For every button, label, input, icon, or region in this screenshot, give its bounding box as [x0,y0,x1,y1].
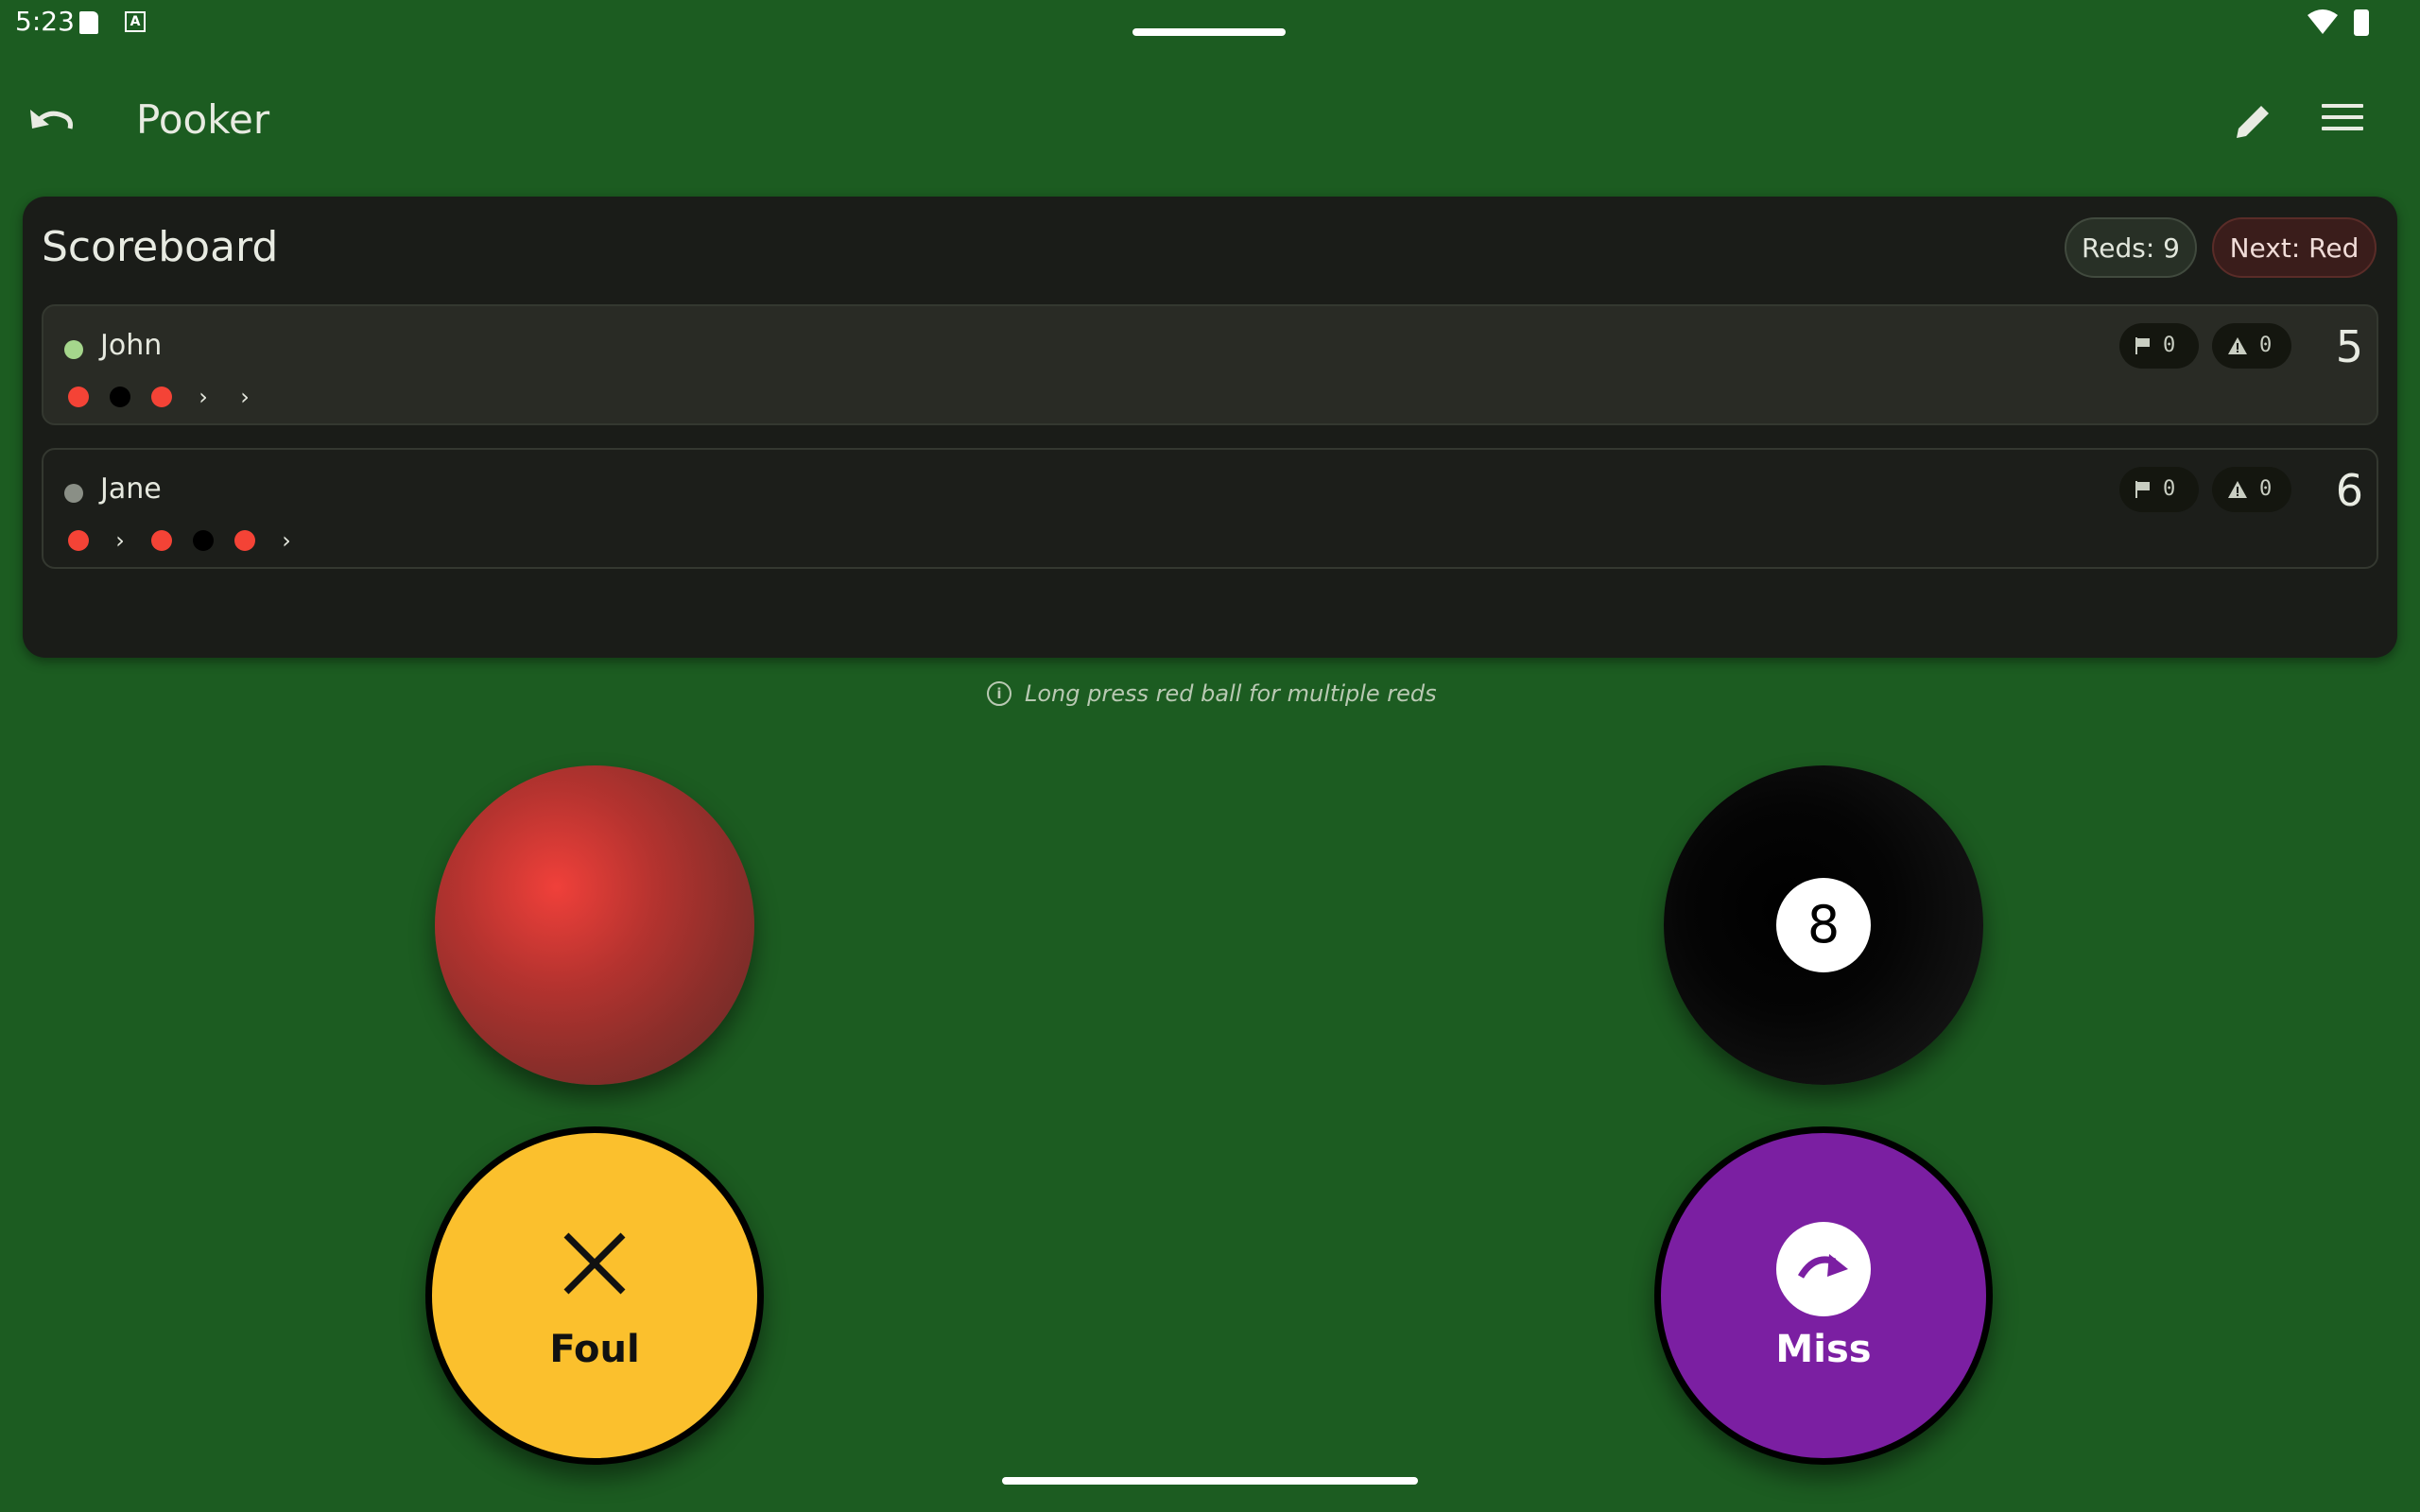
active-player-indicator [64,340,83,359]
player-row[interactable]: Jane › › 0 0 6 [42,448,2378,569]
hint-text: i Long press red ball for multiple reds [987,680,1437,707]
eight-ball-number: 8 [1776,878,1871,972]
fouls-stat: 0 [2119,467,2199,512]
edit-button[interactable] [2229,98,2276,146]
battery-icon [2354,9,2369,36]
red-ball-button[interactable] [435,765,754,1085]
hamburger-icon [2322,104,2363,130]
keyboard-a-icon: A [125,11,146,32]
scoreboard-title: Scoreboard [42,223,279,271]
app-title: Pooker [136,96,270,143]
miss-label: Miss [1775,1328,1872,1371]
fouls-stat: 0 [2119,323,2199,369]
shot-sequence: › › [68,529,318,552]
shot-sequence: › › [68,386,276,408]
undo-button[interactable] [26,100,79,142]
foul-label: Foul [549,1328,640,1371]
chevron-right-icon: › [115,527,125,554]
red-ball-chip [68,530,89,551]
scoreboard-card: Scoreboard Reds: 9 Next: Red John › › 0 … [23,197,2397,658]
chevron-right-icon: › [282,527,291,554]
red-ball-chip [151,387,172,407]
chevron-right-icon: › [240,384,250,410]
info-icon: i [987,681,1011,706]
black-ball-chip [110,387,130,407]
pencil-icon [2237,106,2269,138]
player-name: John [100,329,163,362]
status-time: 5:23 [15,6,75,37]
reds-remaining-chip: Reds: 9 [2065,217,2197,278]
chevron-right-icon: › [199,384,208,410]
miss-button[interactable]: Miss [1654,1126,1993,1465]
black-ball-chip [193,530,214,551]
flag-icon [2135,337,2150,354]
warnings-stat: 0 [2212,467,2291,512]
inactive-player-indicator [64,484,83,503]
player-name: Jane [100,472,162,506]
undo-icon [30,110,73,129]
hint-label: Long press red ball for multiple reds [1025,680,1437,707]
player-score: 5 [2335,321,2363,372]
warnings-count: 0 [2259,334,2273,357]
redo-icon [1776,1222,1871,1316]
player-row[interactable]: John › › 0 0 5 [42,304,2378,425]
warnings-count: 0 [2259,477,2273,501]
menu-button[interactable] [2322,104,2363,142]
warning-icon [2228,481,2247,498]
sd-card-icon [79,11,98,34]
red-ball-chip [234,530,255,551]
close-icon [563,1232,626,1295]
red-ball-chip [151,530,172,551]
foul-button[interactable]: Foul [425,1126,764,1465]
black-ball-button[interactable]: 8 [1664,765,1983,1085]
warning-icon [2228,337,2247,354]
warnings-stat: 0 [2212,323,2291,369]
red-ball-chip [68,387,89,407]
flag-icon [2135,481,2150,498]
home-gesture-bar[interactable] [1002,1477,1418,1485]
fouls-count: 0 [2163,477,2176,501]
player-score: 6 [2335,465,2363,516]
next-ball-chip: Next: Red [2212,217,2377,278]
fouls-count: 0 [2163,334,2176,357]
top-drag-handle[interactable] [1132,28,1286,36]
wifi-icon [2308,9,2338,34]
